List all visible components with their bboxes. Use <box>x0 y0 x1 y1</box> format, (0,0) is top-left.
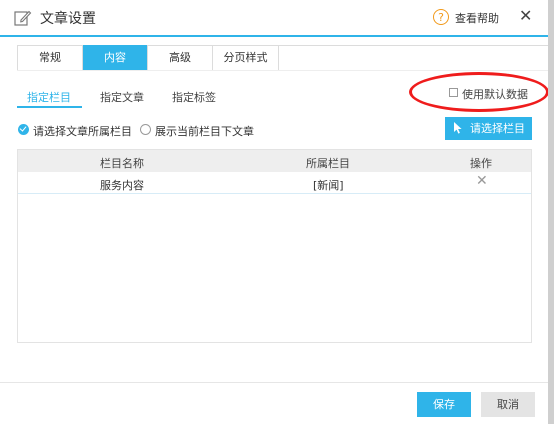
tab-divider <box>17 70 550 71</box>
cell-parent-column: [新闻] <box>313 179 344 192</box>
subtab-specified-column[interactable]: 指定栏目 <box>27 89 71 105</box>
close-icon[interactable]: ✕ <box>519 7 532 25</box>
save-button[interactable]: 保存 <box>417 392 471 417</box>
subtab-active-indicator <box>17 106 82 108</box>
edit-icon <box>14 10 32 26</box>
table-header: 栏目名称 所属栏目 操作 <box>18 150 531 172</box>
footer-divider <box>0 382 554 383</box>
help-icon[interactable]: ? <box>433 9 449 25</box>
annotation-highlight-circle <box>409 72 549 112</box>
radio-select-column[interactable] <box>18 124 29 135</box>
remove-icon[interactable]: ✕ <box>476 173 488 189</box>
radio-select-column-label[interactable]: 请选择文章所属栏目 <box>33 123 132 139</box>
subtab-specified-article[interactable]: 指定文章 <box>100 89 144 105</box>
radio-show-current-column[interactable] <box>140 124 151 135</box>
cell-column-name: 服务内容 <box>100 179 144 192</box>
select-column-button[interactable]: 请选择栏目 <box>445 117 532 140</box>
select-column-button-label: 请选择栏目 <box>470 122 525 135</box>
tab-content[interactable]: 内容 <box>83 45 148 70</box>
tab-general[interactable]: 常规 <box>18 45 83 70</box>
window-edge <box>548 0 554 424</box>
tab-pagination-style[interactable]: 分页样式 <box>213 45 279 70</box>
subtab-specified-tag[interactable]: 指定标签 <box>172 89 216 105</box>
radio-show-current-column-label[interactable]: 展示当前栏目下文章 <box>155 123 254 139</box>
column-table: 栏目名称 所属栏目 操作 服务内容 [新闻] ✕ <box>17 149 532 343</box>
dialog-title: 文章设置 <box>40 11 96 27</box>
header-action: 操作 <box>470 157 492 170</box>
header-column-name: 栏目名称 <box>100 157 144 170</box>
table-row: 服务内容 [新闻] ✕ <box>18 172 531 194</box>
dialog-titlebar: 文章设置 ? 查看帮助 ✕ <box>0 0 554 37</box>
header-parent-column: 所属栏目 <box>306 157 350 170</box>
cancel-button[interactable]: 取消 <box>481 392 535 417</box>
help-link[interactable]: 查看帮助 <box>455 10 499 26</box>
tab-advanced[interactable]: 高级 <box>148 45 213 70</box>
cursor-icon <box>454 122 462 134</box>
